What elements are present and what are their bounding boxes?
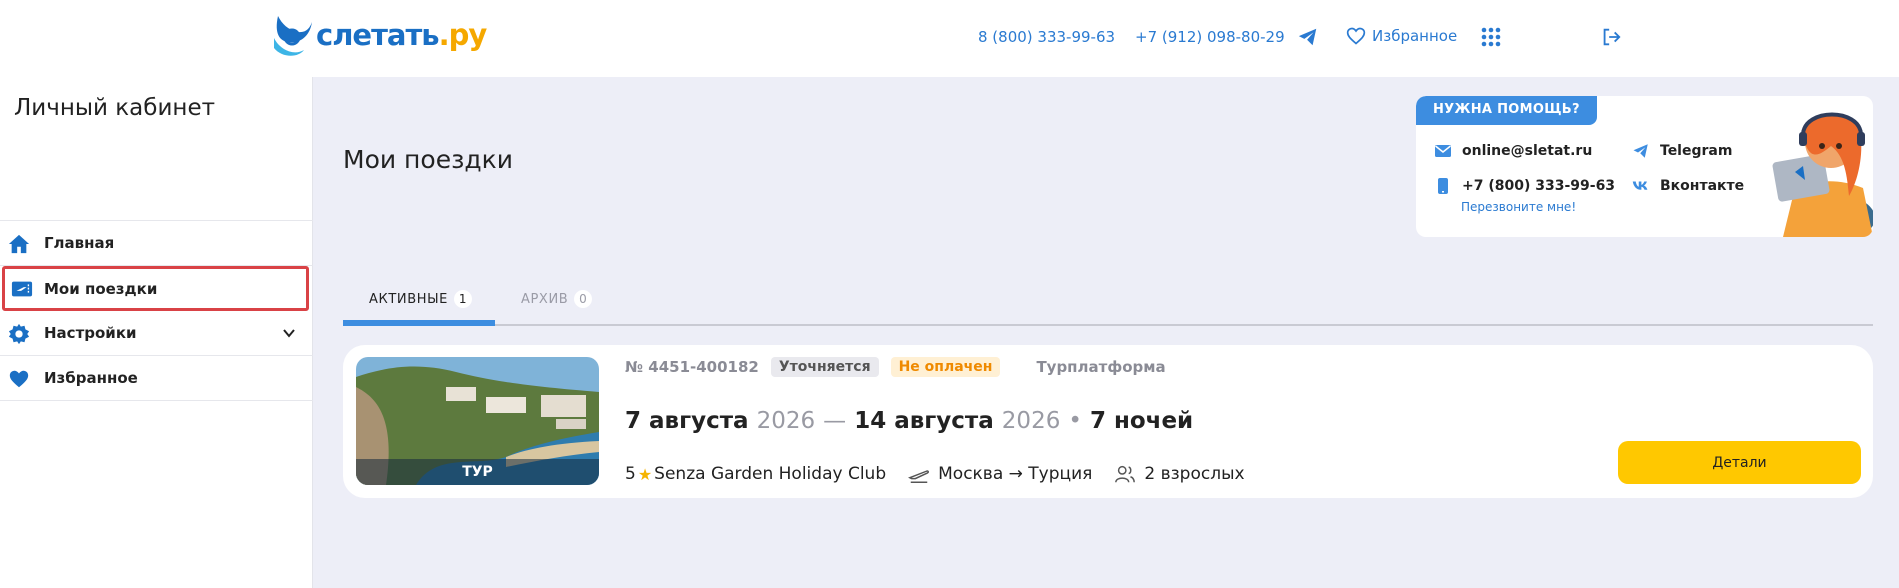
help-telegram[interactable]: Telegram: [1632, 142, 1732, 160]
hotel-photo[interactable]: ТУР: [356, 357, 599, 485]
nights-count: 7 ночей: [1089, 408, 1194, 434]
logout-icon[interactable]: [1600, 26, 1622, 48]
status-badge-clarifying: Уточняется: [770, 357, 879, 377]
help-phone[interactable]: +7 (800) 333-99-63: [1434, 177, 1615, 195]
date-from-year: 2026: [756, 408, 816, 434]
sidebar-menu: Главная Мои поездки Настройки Избранное: [0, 220, 313, 401]
sidebar: Личный кабинет Главная Мои поездки Настр…: [0, 77, 313, 588]
sidebar-item-label: Главная: [44, 234, 115, 252]
header-phone-1[interactable]: 8 (800) 333-99-63: [978, 28, 1115, 46]
tour-type-label: ТУР: [356, 459, 599, 485]
sidebar-item-label: Настройки: [44, 324, 137, 342]
trip-dates: 7 августа 2026 — 14 августа 2026 • 7 ноч…: [625, 408, 1193, 434]
tourists-count: 2 взрослых: [1144, 464, 1245, 484]
header-phone-2[interactable]: +7 (912) 098-80-29: [1135, 28, 1285, 46]
mail-icon: [1435, 145, 1451, 157]
trip-info: 5 ★ Senza Garden Holiday Club Москва → Тур…: [625, 463, 1245, 485]
help-box: НУЖНА ПОМОЩЬ? online@sletat.ru Telegram …: [1416, 96, 1873, 237]
header-favorites-link[interactable]: Избранное: [1346, 26, 1457, 46]
sidebar-item-home[interactable]: Главная: [0, 221, 313, 266]
details-button[interactable]: Детали: [1618, 441, 1861, 484]
tab-label: АРХИВ: [521, 291, 569, 307]
tab-count-badge: 1: [453, 290, 472, 308]
site-logo[interactable]: слетать.ру: [270, 10, 487, 60]
plane-takeoff-icon: [908, 470, 930, 483]
logo-text: слетать.ру: [316, 18, 487, 52]
favorites-label: Избранное: [1372, 27, 1458, 45]
heart-outline-icon: [1346, 27, 1366, 45]
help-email[interactable]: online@sletat.ru: [1434, 142, 1592, 160]
tab-label: АКТИВНЫЕ: [369, 291, 448, 307]
platform-label: Турплатформа: [1036, 358, 1166, 376]
date-to-year: 2026: [1001, 408, 1061, 434]
sidebar-item-label: Мои поездки: [44, 279, 158, 298]
telegram-icon[interactable]: [1297, 26, 1319, 48]
apps-grid-icon[interactable]: [1481, 27, 1501, 47]
hotel-name: Senza Garden Holiday Club: [654, 464, 887, 484]
order-number: № 4451-400182: [625, 358, 759, 376]
active-tab-underline: [343, 320, 495, 326]
sidebar-title: Личный кабинет: [14, 95, 215, 121]
callback-link[interactable]: Перезвоните мне!: [1461, 200, 1576, 214]
gear-icon: [8, 323, 30, 345]
status-badge-unpaid: Не оплачен: [890, 357, 1001, 377]
heart-icon: [9, 370, 29, 388]
telegram-icon: [1633, 144, 1648, 158]
trips-tabs: АКТИВНЫЕ 1 АРХИВ 0: [343, 284, 1873, 326]
trip-route: Москва → Турция: [938, 464, 1093, 484]
chevron-down-icon[interactable]: [283, 327, 295, 339]
date-to-day: 14 августа: [854, 408, 994, 434]
page-title: Мои поездки: [343, 145, 514, 174]
top-header: слетать.ру 8 (800) 333-99-63 +7 (912) 09…: [0, 0, 1899, 77]
vk-icon: [1632, 181, 1648, 190]
hotel-stars: 5: [625, 464, 636, 484]
mobile-phone-icon: [1438, 178, 1448, 194]
people-icon: [1115, 465, 1136, 483]
sidebar-item-label: Избранное: [44, 369, 138, 387]
bird-logo-icon: [274, 16, 312, 56]
star-icon: ★: [637, 464, 653, 484]
tab-archive[interactable]: АРХИВ 0: [521, 290, 593, 308]
help-email-text: online@sletat.ru: [1462, 143, 1593, 159]
trip-card[interactable]: ТУР № 4451-400182 Уточняется Не оплачен …: [343, 345, 1873, 498]
help-telegram-text: Telegram: [1660, 143, 1733, 159]
trip-meta: № 4451-400182 Уточняется Не оплачен Турп…: [625, 357, 1166, 377]
home-icon: [8, 234, 30, 254]
tab-count-badge: 0: [574, 290, 593, 308]
date-dash: —: [823, 408, 847, 434]
ticket-icon: [11, 281, 33, 297]
help-badge: НУЖНА ПОМОЩЬ?: [1416, 96, 1597, 125]
support-agent-illustration: [1772, 112, 1873, 237]
help-phone-text: +7 (800) 333-99-63: [1462, 178, 1616, 194]
date-from-day: 7 августа: [625, 408, 749, 434]
sidebar-item-my-trips[interactable]: Мои поездки: [2, 266, 309, 311]
tab-active[interactable]: АКТИВНЫЕ 1: [369, 290, 472, 308]
sidebar-item-settings[interactable]: Настройки: [0, 311, 313, 356]
sidebar-item-favorites[interactable]: Избранное: [0, 356, 313, 401]
date-bullet: •: [1068, 408, 1082, 434]
